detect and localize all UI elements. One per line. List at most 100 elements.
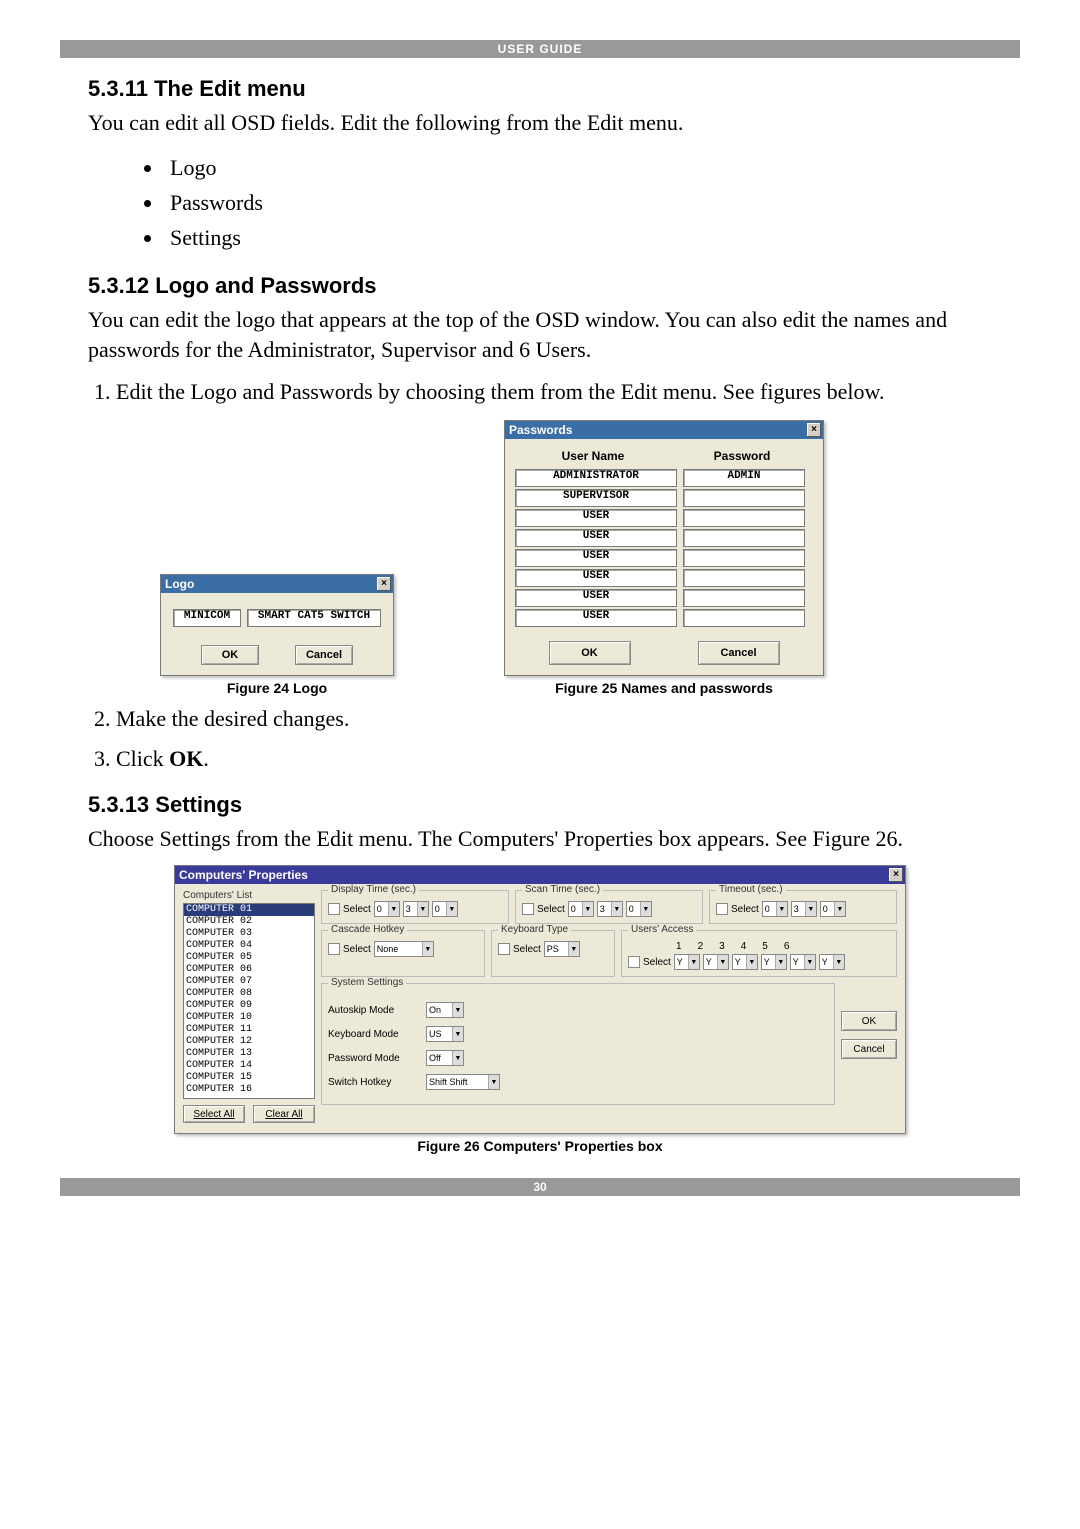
password-field[interactable]: [683, 529, 805, 547]
list-item[interactable]: COMPUTER 08: [184, 988, 314, 1000]
password-field[interactable]: [683, 609, 805, 627]
cascade-select[interactable]: None▼: [374, 941, 434, 957]
password-field[interactable]: ADMIN: [683, 469, 805, 487]
user-name-field[interactable]: SUPERVISOR: [515, 489, 677, 507]
switch-hotkey-label: Switch Hotkey: [328, 1077, 418, 1088]
switch-hotkey-select[interactable]: Shift Shift▼: [426, 1074, 500, 1090]
list-item[interactable]: COMPUTER 09: [184, 1000, 314, 1012]
ua-num: 5: [762, 941, 768, 952]
passwords-cancel-button[interactable]: Cancel: [698, 641, 780, 665]
computers-list[interactable]: COMPUTER 01 COMPUTER 02 COMPUTER 03 COMP…: [183, 903, 315, 1099]
list-item[interactable]: COMPUTER 05: [184, 952, 314, 964]
passwords-dialog-title: Passwords: [509, 423, 572, 437]
chevron-down-icon: ▼: [834, 902, 845, 916]
cascade-checkbox[interactable]: [328, 943, 340, 955]
ua-sel-4[interactable]: Y▼: [761, 954, 787, 970]
list-item[interactable]: COMPUTER 07: [184, 976, 314, 988]
display-time-sel3[interactable]: 0▼: [432, 901, 458, 917]
display-time-checkbox[interactable]: [328, 903, 340, 915]
keyboard-type-checkbox[interactable]: [498, 943, 510, 955]
timeout-legend: Timeout (sec.): [716, 884, 786, 895]
timeout-sel1[interactable]: 0▼: [762, 901, 788, 917]
chevron-down-icon: ▼: [746, 955, 757, 969]
logo-field-1[interactable]: MINICOM: [173, 609, 241, 627]
keyboard-mode-select[interactable]: US▼: [426, 1026, 464, 1042]
ua-num: 2: [698, 941, 704, 952]
list-item[interactable]: COMPUTER 04: [184, 940, 314, 952]
close-icon[interactable]: ×: [807, 423, 821, 437]
passwords-dialog-titlebar: Passwords ×: [505, 421, 823, 439]
timeout-sel2[interactable]: 3▼: [791, 901, 817, 917]
password-field[interactable]: [683, 569, 805, 587]
scan-time-sel1[interactable]: 0▼: [568, 901, 594, 917]
list-item[interactable]: COMPUTER 03: [184, 928, 314, 940]
settings-cancel-button[interactable]: Cancel: [841, 1039, 897, 1059]
passwords-ok-button[interactable]: OK: [549, 641, 631, 665]
timeout-sel3[interactable]: 0▼: [820, 901, 846, 917]
user-name-field[interactable]: USER: [515, 529, 677, 547]
password-field[interactable]: [683, 489, 805, 507]
list-item[interactable]: COMPUTER 12: [184, 1036, 314, 1048]
user-name-field[interactable]: USER: [515, 509, 677, 527]
list-item[interactable]: COMPUTER 10: [184, 1012, 314, 1024]
display-time-sel1[interactable]: 0▼: [374, 901, 400, 917]
close-icon[interactable]: ×: [889, 868, 903, 882]
chevron-down-icon: ▼: [568, 942, 579, 956]
list-item[interactable]: COMPUTER 14: [184, 1060, 314, 1072]
display-time-sel2[interactable]: 3▼: [403, 901, 429, 917]
user-name-field[interactable]: USER: [515, 569, 677, 587]
computers-properties-dialog: Computers' Properties × Computers' List …: [174, 865, 906, 1134]
timeout-checkbox[interactable]: [716, 903, 728, 915]
password-mode-select[interactable]: Off▼: [426, 1050, 464, 1066]
chevron-down-icon: ▼: [452, 1003, 463, 1017]
ua-sel-2[interactable]: Y▼: [703, 954, 729, 970]
list-item[interactable]: COMPUTER 15: [184, 1072, 314, 1084]
list-item[interactable]: COMPUTER 13: [184, 1048, 314, 1060]
user-name-field[interactable]: USER: [515, 609, 677, 627]
user-name-field[interactable]: USER: [515, 589, 677, 607]
heading-5-3-13: 5.3.13 Settings: [88, 792, 992, 818]
password-mode-label: Password Mode: [328, 1053, 418, 1064]
user-name-field[interactable]: USER: [515, 549, 677, 567]
settings-ok-button[interactable]: OK: [841, 1011, 897, 1031]
autoskip-select[interactable]: On▼: [426, 1002, 464, 1018]
chevron-down-icon: ▼: [833, 955, 844, 969]
bullet-logo: Logo: [164, 150, 992, 185]
logo-field-2[interactable]: SMART CAT5 SWITCH: [247, 609, 381, 627]
scan-time-sel2[interactable]: 3▼: [597, 901, 623, 917]
close-icon[interactable]: ×: [377, 577, 391, 591]
bullet-settings: Settings: [164, 220, 992, 255]
scan-time-sel3[interactable]: 0▼: [626, 901, 652, 917]
keyboard-type-legend: Keyboard Type: [498, 924, 571, 935]
ua-sel-6[interactable]: Y▼: [819, 954, 845, 970]
logo-ok-button[interactable]: OK: [201, 645, 259, 665]
password-field[interactable]: [683, 549, 805, 567]
keyboard-type-select[interactable]: PS▼: [544, 941, 580, 957]
page-number: 30: [533, 1180, 546, 1194]
logo-dialog-titlebar: Logo ×: [161, 575, 393, 593]
scan-time-legend: Scan Time (sec.): [522, 884, 603, 895]
col-username: User Name: [515, 449, 671, 463]
ua-sel-3[interactable]: Y▼: [732, 954, 758, 970]
clear-all-button[interactable]: Clear All: [253, 1105, 315, 1123]
ua-sel-5[interactable]: Y▼: [790, 954, 816, 970]
list-item[interactable]: COMPUTER 11: [184, 1024, 314, 1036]
list-item[interactable]: COMPUTER 01: [184, 904, 314, 916]
scan-time-checkbox[interactable]: [522, 903, 534, 915]
ua-sel-1[interactable]: Y▼: [674, 954, 700, 970]
logo-cancel-button[interactable]: Cancel: [295, 645, 353, 665]
password-field[interactable]: [683, 589, 805, 607]
edit-menu-list: Logo Passwords Settings: [144, 150, 992, 256]
list-item[interactable]: COMPUTER 02: [184, 916, 314, 928]
figure-24-caption: Figure 24 Logo: [160, 680, 394, 696]
chevron-down-icon: ▼: [805, 902, 816, 916]
user-name-field[interactable]: ADMINISTRATOR: [515, 469, 677, 487]
select-label: Select: [513, 944, 541, 955]
users-access-checkbox[interactable]: [628, 956, 640, 968]
list-item[interactable]: COMPUTER 16: [184, 1084, 314, 1096]
chevron-down-icon: ▼: [717, 955, 728, 969]
password-field[interactable]: [683, 509, 805, 527]
chevron-down-icon: ▼: [688, 955, 699, 969]
list-item[interactable]: COMPUTER 06: [184, 964, 314, 976]
select-all-button[interactable]: Select All: [183, 1105, 245, 1123]
